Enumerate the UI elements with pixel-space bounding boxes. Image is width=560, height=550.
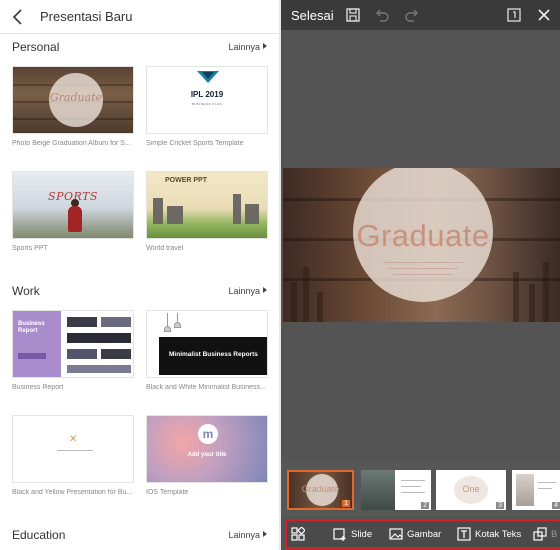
section-title-education: Education bbox=[12, 528, 66, 542]
image-icon bbox=[389, 528, 403, 540]
template-caption: Business Report bbox=[12, 384, 64, 391]
template-card-sports[interactable]: SPORTS Sports PPT bbox=[12, 171, 136, 252]
more-link-personal[interactable]: Lainnya bbox=[228, 42, 267, 52]
chevron-right-icon bbox=[263, 287, 267, 293]
section-title-personal: Personal bbox=[12, 40, 60, 54]
play-slideshow-icon[interactable] bbox=[505, 6, 523, 24]
slide-title[interactable]: Graduate bbox=[339, 218, 507, 254]
template-card-business-report[interactable]: Business Report Business Report bbox=[12, 310, 136, 391]
slide-canvas[interactable]: Graduate bbox=[283, 168, 560, 322]
template-thumbnail: Minimalist Business Reports bbox=[146, 310, 268, 378]
template-caption: Simple Cricket Sports Template bbox=[146, 140, 244, 147]
chevron-right-icon bbox=[263, 531, 267, 537]
redo-icon[interactable] bbox=[403, 6, 421, 24]
template-card-ios[interactable]: m Add your title IOS Template bbox=[146, 415, 270, 496]
template-thumbnail: ✕ bbox=[12, 415, 134, 483]
chevron-right-icon bbox=[263, 43, 267, 49]
template-caption: Sports PPT bbox=[12, 245, 48, 252]
insert-textbox-button[interactable]: Kotak Teks bbox=[457, 521, 521, 547]
template-caption: Black and Yellow Presentation for Bu... bbox=[12, 489, 133, 496]
insert-shape-button[interactable]: B bbox=[533, 521, 557, 547]
slide-number: 2 bbox=[421, 502, 429, 509]
save-icon[interactable] bbox=[344, 6, 362, 24]
template-thumbnail: Graduate bbox=[12, 66, 134, 134]
done-button[interactable]: Selesai bbox=[291, 8, 334, 23]
back-arrow-icon[interactable] bbox=[10, 8, 26, 26]
add-slide-icon bbox=[333, 528, 346, 541]
more-link-work[interactable]: Lainnya bbox=[228, 286, 267, 296]
template-card-black-yellow[interactable]: ✕ Black and Yellow Presentation for Bu..… bbox=[12, 415, 136, 496]
slide-thumbnail[interactable]: One 3 bbox=[436, 470, 506, 510]
undo-icon[interactable] bbox=[373, 6, 391, 24]
grid-icon bbox=[291, 527, 305, 541]
shape-icon bbox=[533, 527, 547, 541]
slide-thumbnail[interactable]: 4 bbox=[512, 470, 560, 510]
template-card-graduation[interactable]: Graduate Photo Beige Graduation Album fo… bbox=[12, 66, 136, 147]
insert-toolbar: Slide Gambar Kotak Teks B bbox=[285, 519, 560, 549]
template-card-cricket[interactable]: IPL 2019 BUSINESS PLAN Simple Cricket Sp… bbox=[146, 66, 270, 147]
template-thumbnail: Business Report bbox=[12, 310, 134, 378]
template-browser: Presentasi Baru Personal Lainnya Graduat… bbox=[0, 0, 279, 550]
textbox-icon bbox=[457, 527, 471, 541]
template-card-minimalist-business[interactable]: Minimalist Business Reports Black and Wh… bbox=[146, 310, 270, 391]
template-caption: Black and White Minimalist Business... bbox=[146, 384, 266, 391]
close-icon[interactable] bbox=[535, 6, 553, 24]
slide-number: 4 bbox=[552, 502, 560, 509]
insert-image-button[interactable]: Gambar bbox=[389, 521, 441, 547]
slide-thumbnail[interactable]: Graduate 1 bbox=[287, 470, 354, 510]
slide-thumbnail[interactable]: 2 bbox=[361, 470, 431, 510]
section-title-work: Work bbox=[12, 284, 40, 298]
template-thumbnail: IPL 2019 BUSINESS PLAN bbox=[146, 66, 268, 134]
more-link-education[interactable]: Lainnya bbox=[228, 530, 267, 540]
slide-number: 1 bbox=[342, 500, 350, 507]
template-thumbnail: SPORTS bbox=[12, 171, 134, 239]
header-bar: Presentasi Baru bbox=[0, 0, 279, 34]
template-caption: IOS Template bbox=[146, 489, 189, 496]
template-caption: Photo Beige Graduation Album for S... bbox=[12, 140, 131, 147]
slide-number: 3 bbox=[496, 502, 504, 509]
template-card-world-travel[interactable]: POWER PPT World travel bbox=[146, 171, 270, 252]
add-slide-button[interactable]: Slide bbox=[333, 521, 372, 547]
page-title: Presentasi Baru bbox=[40, 9, 133, 24]
template-thumbnail: POWER PPT bbox=[146, 171, 268, 239]
template-caption: World travel bbox=[146, 245, 184, 252]
presentation-editor: Selesai Graduate Graduate 1 2 One 3 4 Sl… bbox=[279, 0, 560, 550]
template-thumbnail: m Add your title bbox=[146, 415, 268, 483]
grid-view-button[interactable] bbox=[291, 521, 305, 547]
editor-top-bar: Selesai bbox=[281, 0, 560, 30]
